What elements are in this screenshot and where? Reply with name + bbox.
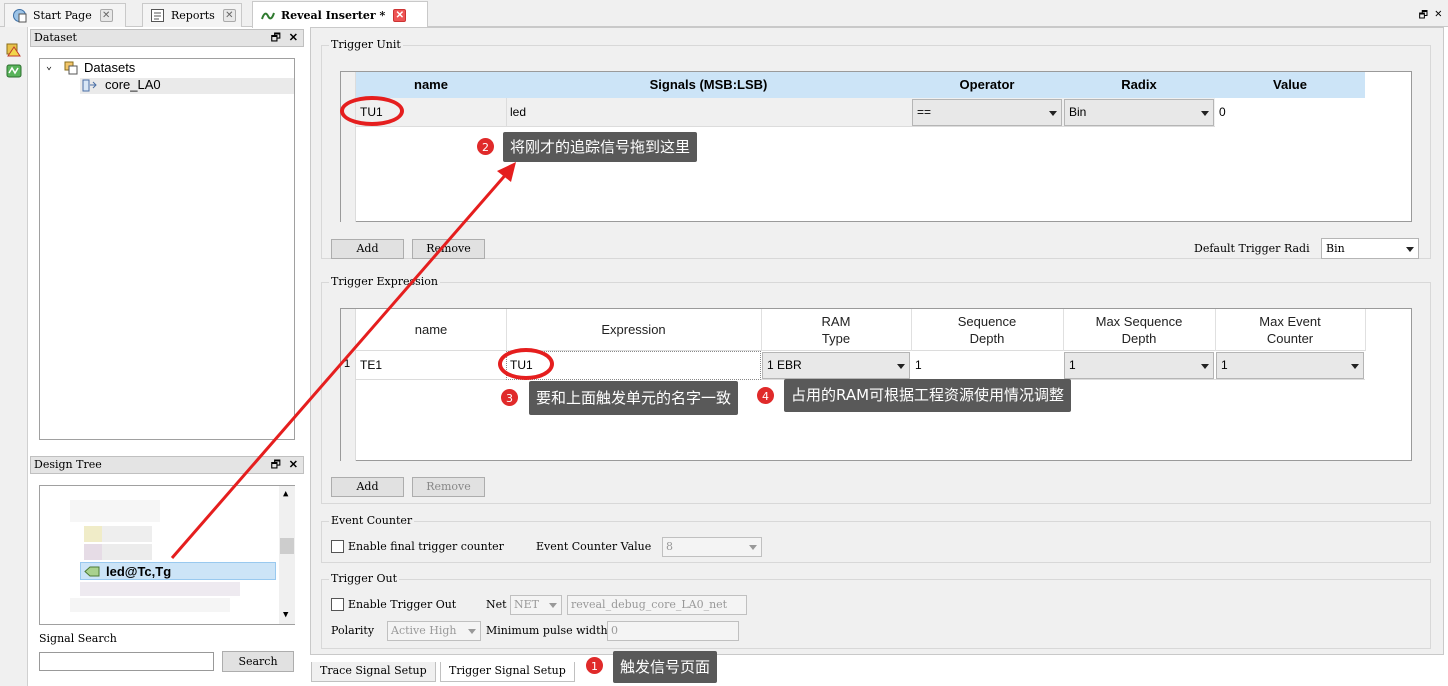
annotation-note: 占用的RAM可根据工程资源使用情况调整 <box>784 379 1072 412</box>
highlight-ring <box>498 348 554 380</box>
annotation-note: 触发信号页面 <box>613 651 718 683</box>
annotation-number: 2 <box>476 137 495 156</box>
annotation-arrow <box>170 162 516 559</box>
annotation-note: 要和上面触发单元的名字一致 <box>529 381 739 415</box>
highlight-ring <box>340 96 404 126</box>
annotation-note: 将刚才的追踪信号拖到这里 <box>503 132 698 162</box>
annotation-number: 1 <box>585 656 604 675</box>
annotation-number: 4 <box>756 386 775 405</box>
annotation-number: 3 <box>500 388 519 407</box>
